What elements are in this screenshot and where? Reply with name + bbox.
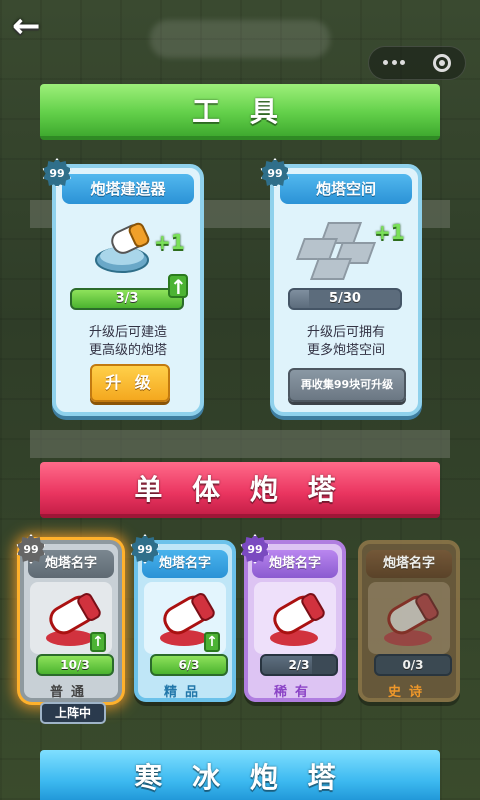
- target-circle-icon[interactable]: [433, 54, 451, 72]
- single-tower-title: 单 体 炮 塔: [134, 473, 346, 506]
- space-progress-bar: 5/30: [288, 288, 402, 310]
- card-description: 升级后可建造 更高级的炮塔: [62, 324, 194, 360]
- progress-text: 6/3: [178, 658, 200, 672]
- mini-program-capsule: [368, 46, 466, 80]
- progress-text: 10/3: [60, 658, 90, 672]
- tower-portrait: [254, 582, 336, 654]
- back-arrow-icon[interactable]: ←: [12, 8, 56, 44]
- tools-section-header: 工 具: [40, 84, 440, 140]
- plus-one-label: +1: [154, 230, 185, 254]
- description-line: 升级后可拥有: [306, 325, 385, 340]
- tower-progress-bar: 6/3: [150, 654, 228, 676]
- rarity-label: 精品: [163, 685, 206, 700]
- tower-progress-bar: 10/3: [36, 654, 114, 676]
- more-dots-icon[interactable]: [383, 60, 405, 66]
- deployed-tag: 上阵中: [40, 702, 106, 724]
- ice-tower-section-header: 寒 冰 炮 塔: [40, 750, 440, 800]
- tower-card-epic[interactable]: 炮塔名字 0/3 史诗: [358, 540, 460, 702]
- card-title: 炮塔空间: [280, 174, 412, 204]
- cannon-icon: [384, 593, 439, 646]
- tower-space-card[interactable]: 炮塔空间 +1 5/30 升级后可拥有 更多炮塔空间 再收集99块可升级: [270, 164, 422, 416]
- blurred-title-area: [150, 20, 330, 58]
- progress-fill: [290, 290, 309, 308]
- tower-progress-bar: 2/3: [260, 654, 338, 676]
- card-description: 升级后可拥有 更多炮塔空间: [280, 324, 412, 360]
- description-line: 升级后可建造: [88, 325, 167, 340]
- cannon-icon: [270, 593, 325, 646]
- progress-text: 2/3: [288, 658, 310, 672]
- upgrade-arrow-icon: ↑: [90, 632, 106, 652]
- upgrade-arrow-icon: ↑: [204, 632, 220, 652]
- collect-to-upgrade-button[interactable]: 再收集99块可升级: [288, 368, 406, 402]
- upgrade-arrow-icon: ↑: [168, 274, 188, 299]
- plus-one-label: +1: [374, 220, 405, 244]
- card-title: 炮塔建造器: [62, 174, 194, 204]
- upgrade-button[interactable]: 升 级: [90, 364, 170, 402]
- tower-card-rare[interactable]: 炮塔名字 2/3 稀有: [244, 540, 346, 702]
- single-tower-section-header: 单 体 炮 塔: [40, 462, 440, 518]
- ice-tower-title: 寒 冰 炮 塔: [134, 761, 346, 794]
- rarity-label: 稀有: [273, 685, 316, 700]
- progress-text: 5/30: [329, 291, 361, 306]
- description-line: 更多炮塔空间: [306, 343, 385, 358]
- rarity-label: 史诗: [387, 685, 430, 700]
- tools-title: 工 具: [192, 95, 288, 128]
- tower-card-fine[interactable]: 炮塔名字 6/3 精品: [134, 540, 236, 702]
- progress-text: 0/3: [402, 658, 424, 672]
- tower-builder-card[interactable]: 炮塔建造器 +1 3/3 ↑ 升级后可建造 更高级的炮塔 升 级: [52, 164, 204, 416]
- builder-progress-bar: 3/3: [70, 288, 184, 310]
- tower-portrait: [368, 582, 450, 654]
- tower-space-tiles-icon: [292, 220, 382, 280]
- description-line: 更高级的炮塔: [88, 343, 167, 358]
- rarity-label: 普通: [49, 685, 92, 700]
- tower-progress-bar: 0/3: [374, 654, 452, 676]
- tower-name: 炮塔名字: [366, 550, 452, 578]
- progress-text: 3/3: [115, 291, 139, 306]
- background-path: [30, 430, 450, 458]
- tower-card-common[interactable]: 炮塔名字 10/3 普通: [20, 540, 122, 702]
